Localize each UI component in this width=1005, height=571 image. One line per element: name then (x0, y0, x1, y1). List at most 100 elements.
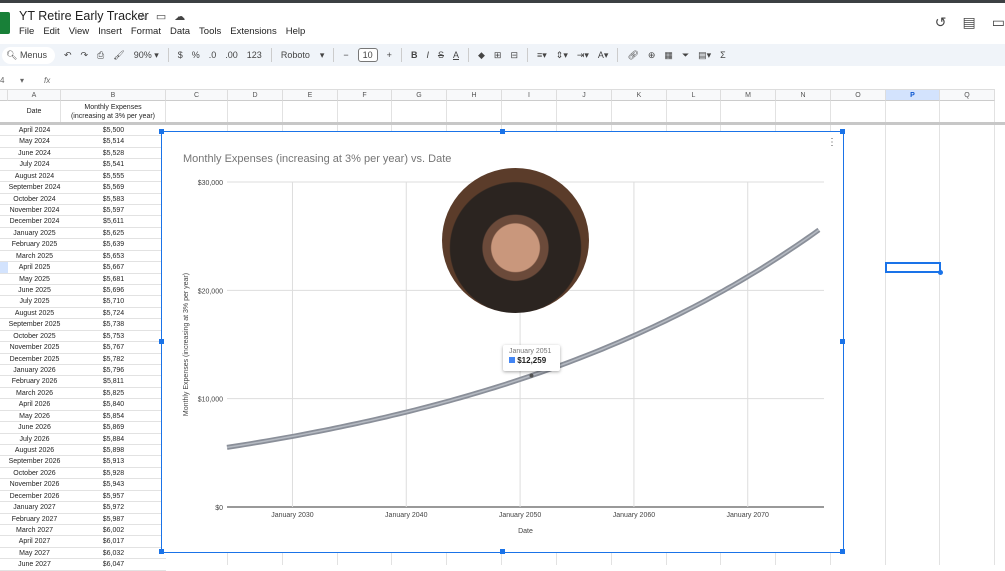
date-cell[interactable]: May 2026 (8, 411, 61, 422)
resize-handle[interactable] (159, 129, 164, 134)
expense-cell[interactable]: $5,710 (61, 296, 166, 307)
undo-icon[interactable]: ↶ (64, 50, 72, 61)
sheets-logo[interactable] (0, 12, 10, 34)
expense-cell[interactable]: $5,825 (61, 388, 166, 399)
column-header-p[interactable]: P (886, 89, 940, 101)
date-cell[interactable]: July 2024 (8, 159, 61, 170)
select-all-corner[interactable] (0, 89, 8, 101)
comment-add-icon[interactable]: ⊕ (648, 50, 656, 61)
date-cell[interactable]: December 2024 (8, 216, 61, 227)
date-cell[interactable]: April 2024 (8, 125, 61, 136)
menu-data[interactable]: Data (170, 26, 190, 37)
increase-decimal-button[interactable]: .00 (225, 50, 238, 60)
chart-menu-icon[interactable]: ⋮ (827, 137, 837, 148)
date-cell[interactable]: June 2026 (8, 422, 61, 433)
expense-cell[interactable]: $5,500 (61, 125, 166, 136)
column-header-g[interactable]: G (392, 89, 447, 101)
date-cell[interactable]: September 2025 (8, 319, 61, 330)
expense-cell[interactable]: $5,738 (61, 319, 166, 330)
expense-cell[interactable]: $5,869 (61, 422, 166, 433)
date-cell[interactable]: September 2024 (8, 182, 61, 193)
date-cell[interactable]: November 2024 (8, 205, 61, 216)
date-cell[interactable]: January 2026 (8, 365, 61, 376)
expense-cell[interactable]: $5,569 (61, 182, 166, 193)
expense-cell[interactable]: $5,972 (61, 502, 166, 513)
date-cell[interactable]: May 2025 (8, 274, 61, 285)
expense-cell[interactable]: $6,032 (61, 548, 166, 559)
date-cell[interactable]: August 2026 (8, 445, 61, 456)
expense-cell[interactable]: $5,528 (61, 148, 166, 159)
italic-button[interactable]: I (426, 50, 429, 60)
doc-title[interactable]: YT Retire Early Tracker (19, 9, 149, 23)
redo-icon[interactable]: ↷ (81, 50, 89, 61)
expense-cell[interactable]: $5,928 (61, 468, 166, 479)
date-cell[interactable]: March 2025 (8, 251, 61, 262)
column-header-o[interactable]: O (831, 89, 886, 101)
date-cell[interactable]: January 2027 (8, 502, 61, 513)
menu-tools[interactable]: Tools (199, 26, 221, 37)
move-folder-icon[interactable]: ▭ (156, 10, 166, 23)
date-cell[interactable]: August 2024 (8, 171, 61, 182)
date-cell[interactable]: October 2024 (8, 194, 61, 205)
expense-cell[interactable]: $6,017 (61, 536, 166, 547)
date-cell[interactable]: March 2026 (8, 388, 61, 399)
wrap-icon[interactable]: ⇥▾ (577, 50, 589, 61)
cloud-status-icon[interactable]: ☁ (174, 10, 185, 23)
increase-font-icon[interactable]: + (387, 50, 392, 60)
date-cell[interactable]: August 2025 (8, 308, 61, 319)
font-size-input[interactable]: 10 (357, 48, 378, 62)
date-cell[interactable]: December 2025 (8, 354, 61, 365)
font-select[interactable]: Roboto ▾ (281, 50, 325, 61)
borders-icon[interactable]: ⊞ (494, 50, 502, 61)
functions-button[interactable]: Σ (720, 50, 726, 60)
column-header-q[interactable]: Q (940, 89, 995, 101)
menu-extensions[interactable]: Extensions (230, 26, 276, 37)
fill-color-icon[interactable]: ◆ (478, 50, 485, 61)
date-cell[interactable]: June 2024 (8, 148, 61, 159)
date-cell[interactable]: May 2024 (8, 136, 61, 147)
valign-icon[interactable]: ⇕▾ (556, 50, 568, 61)
expense-cell[interactable]: $5,796 (61, 365, 166, 376)
resize-handle[interactable] (499, 549, 505, 554)
percent-button[interactable]: % (192, 50, 200, 60)
comment-icon[interactable]: ▤ (963, 14, 976, 31)
expense-cell[interactable]: $5,667 (61, 262, 166, 273)
header-expenses[interactable]: Monthly Expenses (increasing at 3% per y… (61, 101, 166, 122)
merge-icon[interactable]: ⊟ (510, 50, 518, 61)
expense-cell[interactable]: $5,811 (61, 376, 166, 387)
expense-cell[interactable]: $5,611 (61, 216, 166, 227)
filter-views-icon[interactable]: ▤▾ (698, 50, 711, 61)
header-date[interactable]: Date (8, 101, 61, 122)
date-cell[interactable]: July 2026 (8, 434, 61, 445)
search-menus-input[interactable]: 🔍︎ Menus (2, 46, 55, 64)
date-cell[interactable]: November 2026 (8, 479, 61, 490)
column-header-e[interactable]: E (283, 89, 338, 101)
expense-cell[interactable]: $5,943 (61, 479, 166, 490)
selected-cell[interactable] (885, 262, 943, 275)
zoom-select[interactable]: 90% ▾ (134, 50, 159, 61)
date-cell[interactable]: September 2026 (8, 456, 61, 467)
rotate-icon[interactable]: A▾ (598, 50, 609, 61)
strikethrough-icon[interactable]: S (438, 50, 444, 60)
number-format-button[interactable]: 123 (247, 50, 262, 60)
column-header-h[interactable]: H (447, 89, 502, 101)
column-header-b[interactable]: B (61, 89, 166, 101)
date-cell[interactable]: February 2027 (8, 514, 61, 525)
expense-cell[interactable]: $5,625 (61, 228, 166, 239)
column-header-d[interactable]: D (228, 89, 283, 101)
decrease-font-icon[interactable]: − (343, 50, 348, 60)
chart-icon[interactable]: ▦ (664, 50, 673, 61)
expense-cell[interactable]: $5,639 (61, 239, 166, 250)
date-cell[interactable]: February 2025 (8, 239, 61, 250)
currency-button[interactable]: $ (178, 50, 183, 60)
menu-help[interactable]: Help (286, 26, 306, 37)
expense-cell[interactable]: $5,767 (61, 342, 166, 353)
paint-format-icon[interactable]: 🖌︎ (113, 50, 124, 61)
menu-file[interactable]: File (19, 26, 34, 37)
expense-cell[interactable]: $5,898 (61, 445, 166, 456)
star-icon[interactable]: ☆ (138, 10, 148, 23)
name-box[interactable]: 4 ▾ (0, 76, 24, 85)
date-cell[interactable]: March 2027 (8, 525, 61, 536)
text-color-icon[interactable]: A (453, 50, 459, 60)
expense-cell[interactable]: $5,913 (61, 456, 166, 467)
